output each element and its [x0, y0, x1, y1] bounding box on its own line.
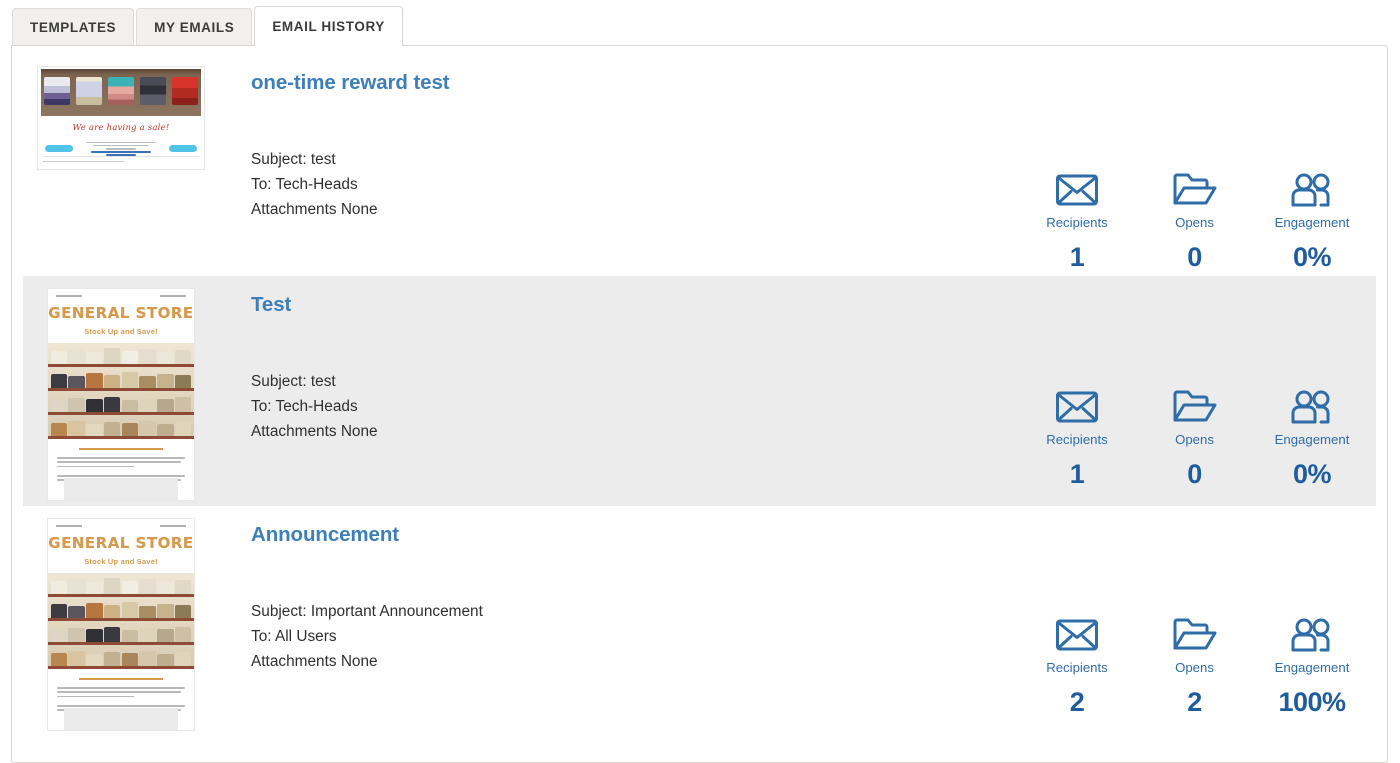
stat-recipients-label: Recipients: [1046, 432, 1108, 447]
email-thumbnail-cell: GENERAL STORE Stock Up and Save!: [23, 284, 219, 501]
thumbnail-subhead: Stock Up and Save!: [84, 557, 158, 566]
two-people-icon: [1256, 615, 1368, 655]
email-info-cell: Announcement Subject: Important Announce…: [219, 514, 1021, 674]
thumbnail-subhead: Stock Up and Save!: [84, 327, 158, 336]
email-thumbnail-preview[interactable]: We are having a sale!: [37, 66, 205, 170]
stat-opens-label: Opens: [1175, 660, 1214, 675]
thumbnail-headline: We are having a sale!: [72, 123, 170, 133]
stat-recipients-label: Recipients: [1046, 660, 1108, 675]
email-stats: Recipients 1 Opens 0 Engagement 0%: [1021, 387, 1376, 490]
open-folder-icon: [1139, 387, 1251, 427]
tab-bar: TEMPLATES MY EMAILS EMAIL HISTORY: [0, 0, 1400, 47]
stat-engagement-label: Engagement: [1274, 215, 1350, 230]
stat-engagement-value: 0%: [1292, 459, 1332, 489]
stat-engagement-value: 100%: [1278, 687, 1346, 717]
email-subject: Subject: test: [251, 372, 336, 390]
email-info-cell: Test Subject: test To: Tech-Heads Attach…: [219, 284, 1021, 444]
tab-templates[interactable]: TEMPLATES: [12, 8, 135, 46]
thumbnail-button-left: [45, 145, 73, 153]
stat-engagement[interactable]: Engagement 0%: [1256, 170, 1368, 273]
stat-engagement[interactable]: Engagement 100%: [1256, 615, 1368, 718]
envelope-icon: [1021, 387, 1133, 427]
stat-recipients-label: Recipients: [1046, 215, 1108, 230]
two-people-icon: [1256, 170, 1368, 210]
table-row: GENERAL STORE Stock Up and Save!: [23, 276, 1376, 506]
stat-recipients[interactable]: Recipients 1: [1021, 387, 1133, 490]
envelope-icon: [1021, 615, 1133, 655]
email-title-link[interactable]: Test: [251, 293, 291, 317]
email-subject: Subject: Important Announcement: [251, 602, 483, 620]
envelope-icon: [1021, 170, 1133, 210]
open-folder-icon: [1139, 170, 1251, 210]
stat-opens[interactable]: Opens 0: [1139, 170, 1251, 273]
thumbnail-footer: [43, 155, 199, 162]
email-title-link[interactable]: one-time reward test: [251, 71, 450, 95]
open-folder-icon: [1139, 615, 1251, 655]
thumbnail-photo-shelves: [48, 573, 194, 669]
email-thumbnail-preview[interactable]: GENERAL STORE Stock Up and Save!: [47, 518, 195, 731]
email-meta: Subject: test To: Tech-Heads Attachments…: [251, 369, 1021, 444]
stat-recipients[interactable]: Recipients 1: [1021, 170, 1133, 273]
stat-opens-value: 0: [1187, 242, 1202, 272]
stat-recipients-value: 2: [1069, 687, 1085, 717]
table-row: GENERAL STORE Stock Up and Save!: [23, 506, 1376, 741]
stat-engagement-value: 0%: [1292, 242, 1332, 272]
tab-my-emails[interactable]: MY EMAILS: [136, 8, 253, 46]
thumbnail-button-right: [169, 145, 197, 153]
email-meta: Subject: Important Announcement To: All …: [251, 599, 1021, 674]
thumbnail-headline: GENERAL STORE: [48, 304, 194, 322]
stat-engagement[interactable]: Engagement 0%: [1256, 387, 1368, 490]
email-subject: Subject: test: [251, 150, 336, 168]
tab-templates-label: TEMPLATES: [30, 20, 117, 35]
email-thumbnail-cell: We are having a sale!: [23, 62, 219, 170]
stat-engagement-label: Engagement: [1274, 432, 1350, 447]
email-title-link[interactable]: Announcement: [251, 523, 399, 547]
email-attachments: Attachments None: [251, 652, 378, 670]
stat-opens[interactable]: Opens 0: [1139, 387, 1251, 490]
stat-opens-label: Opens: [1175, 432, 1214, 447]
tab-email-history-label: EMAIL HISTORY: [272, 19, 385, 34]
table-row: We are having a sale! one-time reward te…: [23, 46, 1376, 276]
stat-engagement-label: Engagement: [1274, 660, 1350, 675]
email-attachments: Attachments None: [251, 200, 378, 218]
stat-recipients-value: 1: [1069, 242, 1085, 272]
email-thumbnail-preview[interactable]: GENERAL STORE Stock Up and Save!: [47, 288, 195, 501]
email-stats: Recipients 1 Opens 0 Engagement 0%: [1021, 170, 1376, 273]
stat-recipients-value: 1: [1069, 459, 1085, 489]
stat-opens-value: 2: [1187, 687, 1202, 717]
email-history-page: TEMPLATES MY EMAILS EMAIL HISTORY We are…: [0, 0, 1400, 763]
email-attachments: Attachments None: [251, 422, 378, 440]
email-meta: Subject: test To: Tech-Heads Attachments…: [251, 147, 1021, 222]
email-info-cell: one-time reward test Subject: test To: T…: [219, 62, 1021, 222]
email-recipient-group: To: All Users: [251, 627, 337, 645]
tab-email-history[interactable]: EMAIL HISTORY: [254, 6, 403, 47]
thumbnail-photo-clothes: [41, 69, 201, 116]
email-history-panel: We are having a sale! one-time reward te…: [11, 45, 1388, 763]
two-people-icon: [1256, 387, 1368, 427]
thumbnail-photo-shelves: [48, 343, 194, 439]
stat-opens-label: Opens: [1175, 215, 1214, 230]
thumbnail-headline: GENERAL STORE: [48, 534, 194, 552]
email-stats: Recipients 2 Opens 2 Engagement 100%: [1021, 615, 1376, 718]
tab-my-emails-label: MY EMAILS: [154, 20, 235, 35]
stat-recipients[interactable]: Recipients 2: [1021, 615, 1133, 718]
email-thumbnail-cell: GENERAL STORE Stock Up and Save!: [23, 514, 219, 731]
stat-opens-value: 0: [1187, 459, 1202, 489]
email-recipient-group: To: Tech-Heads: [251, 175, 358, 193]
stat-opens[interactable]: Opens 2: [1139, 615, 1251, 718]
email-recipient-group: To: Tech-Heads: [251, 397, 358, 415]
